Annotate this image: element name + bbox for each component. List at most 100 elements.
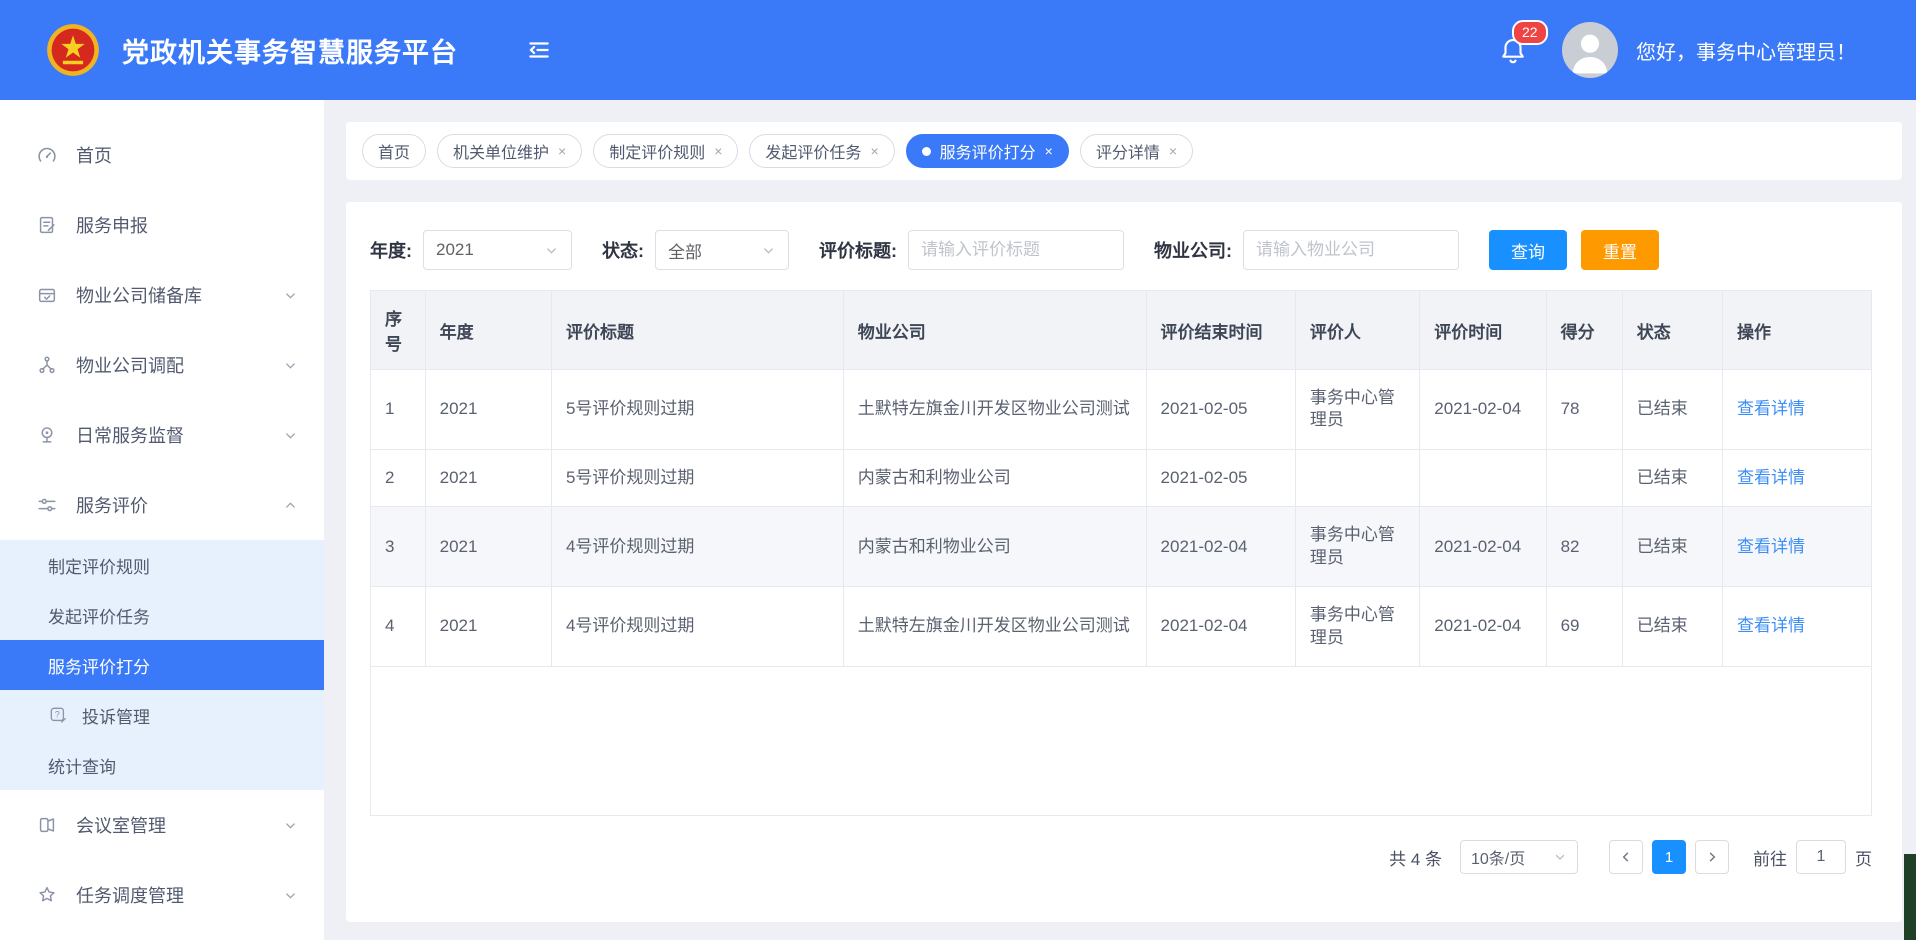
sidebar-item-service-declare[interactable]: 服务申报 bbox=[0, 190, 324, 260]
pagination: 共 4 条 10条/页 1 前往 页 bbox=[1389, 840, 1872, 874]
tab-score-detail[interactable]: 评分详情× bbox=[1080, 134, 1193, 168]
monitor-icon bbox=[36, 424, 58, 446]
goto-label: 前往 bbox=[1753, 845, 1787, 870]
year-select[interactable]: 2021 bbox=[423, 230, 572, 270]
column-header: 年度 bbox=[425, 291, 551, 370]
page-size-select[interactable]: 10条/页 bbox=[1460, 840, 1578, 874]
tab-service-evaluation-score[interactable]: 服务评价打分× bbox=[906, 134, 1069, 168]
table-cell-actions: 查看详情 bbox=[1723, 587, 1871, 667]
scrollbar-thumb[interactable] bbox=[1904, 854, 1916, 940]
table-cell-actions: 查看详情 bbox=[1723, 449, 1871, 506]
status-label: 状态: bbox=[602, 237, 644, 263]
sidebar-item-daily-supervision[interactable]: 日常服务监督 bbox=[0, 400, 324, 470]
filter-bar: 年度: 2021 状态: 全部 评价标题: 物业公司: 查询 重置 bbox=[370, 230, 1659, 270]
column-header: 评价时间 bbox=[1420, 291, 1546, 370]
column-header: 操作 bbox=[1723, 291, 1871, 370]
sidebar-item-task-schedule[interactable]: 任务调度管理 bbox=[0, 860, 324, 930]
table-cell: 已结束 bbox=[1622, 449, 1722, 506]
tab-home[interactable]: 首页 bbox=[362, 134, 426, 168]
table-cell bbox=[1420, 449, 1546, 506]
page-button-1[interactable]: 1 bbox=[1652, 840, 1686, 874]
close-icon[interactable]: × bbox=[1169, 143, 1177, 159]
form-icon bbox=[36, 214, 58, 236]
sidebar-item-label: 服务评价 bbox=[76, 492, 148, 518]
page-size-value: 10条/页 bbox=[1471, 845, 1525, 869]
chevron-down-icon bbox=[1553, 850, 1567, 864]
svg-text:?: ? bbox=[55, 710, 60, 720]
title-filter-input[interactable] bbox=[908, 230, 1124, 270]
goto-page-suffix: 页 bbox=[1855, 845, 1872, 870]
column-header: 序号 bbox=[371, 291, 425, 370]
sidebar-item-complaint-management[interactable]: ? 投诉管理 bbox=[0, 690, 324, 740]
view-detail-link[interactable]: 查看详情 bbox=[1737, 399, 1805, 418]
sidebar-item-label: 物业公司调配 bbox=[76, 352, 184, 378]
table-cell: 事务中心管理员 bbox=[1295, 587, 1419, 667]
close-icon[interactable]: × bbox=[1045, 143, 1053, 159]
table-cell: 2021-02-05 bbox=[1146, 370, 1295, 450]
chevron-down-icon bbox=[283, 428, 298, 443]
sidebar-item-service-evaluation[interactable]: 服务评价 bbox=[0, 470, 324, 540]
sidebar-item-statistics-query[interactable]: 统计查询 bbox=[0, 740, 324, 790]
sidebar-item-label: 会议室管理 bbox=[76, 812, 166, 838]
column-header: 评价标题 bbox=[551, 291, 843, 370]
next-page-button[interactable] bbox=[1695, 840, 1729, 874]
sidebar: 首页服务申报物业公司储备库物业公司调配日常服务监督服务评价制定评价规则发起评价任… bbox=[0, 100, 324, 940]
table-cell: 4 bbox=[371, 587, 425, 667]
table-cell: 2021-02-04 bbox=[1420, 507, 1546, 587]
sidebar-item-label: 服务申报 bbox=[76, 212, 148, 238]
tab-label: 发起评价任务 bbox=[765, 139, 861, 163]
sidebar-item-service-evaluation-score[interactable]: 服务评价打分 bbox=[0, 640, 324, 690]
notification-bell-icon[interactable]: 22 bbox=[1498, 34, 1528, 66]
view-detail-link[interactable]: 查看详情 bbox=[1737, 537, 1805, 556]
collapse-menu-icon[interactable] bbox=[526, 37, 552, 63]
table-cell: 3 bbox=[371, 507, 425, 587]
close-icon[interactable]: × bbox=[870, 143, 878, 159]
table-cell: 4号评价规则过期 bbox=[551, 507, 843, 587]
sidebar-item-property-dispatch[interactable]: 物业公司调配 bbox=[0, 330, 324, 400]
archive-icon bbox=[36, 284, 58, 306]
search-button[interactable]: 查询 bbox=[1489, 230, 1567, 270]
view-detail-link[interactable]: 查看详情 bbox=[1737, 616, 1805, 635]
table-cell: 2021-02-04 bbox=[1146, 507, 1295, 587]
sidebar-subitem-label: 投诉管理 bbox=[82, 703, 150, 728]
company-filter-input[interactable] bbox=[1243, 230, 1459, 270]
chevron-left-icon bbox=[1619, 850, 1633, 864]
close-icon[interactable]: × bbox=[714, 143, 722, 159]
table-cell: 78 bbox=[1546, 370, 1622, 450]
evaluation-table: 序号年度评价标题物业公司评价结束时间评价人评价时间得分状态操作 120215号评… bbox=[371, 291, 1871, 667]
close-icon[interactable]: × bbox=[558, 143, 566, 159]
year-select-value: 2021 bbox=[436, 240, 474, 260]
chevron-down-icon bbox=[283, 288, 298, 303]
table-cell: 2021-02-04 bbox=[1146, 587, 1295, 667]
sidebar-item-meeting-room[interactable]: 会议室管理 bbox=[0, 790, 324, 860]
dispatch-icon bbox=[36, 354, 58, 376]
user-greeting: 您好，事务中心管理员！ bbox=[1636, 36, 1856, 65]
table-cell: 2021-02-04 bbox=[1420, 370, 1546, 450]
sidebar-item-launch-evaluation-task[interactable]: 发起评价任务 bbox=[0, 590, 324, 640]
sidebar-item-home[interactable]: 首页 bbox=[0, 120, 324, 190]
status-select[interactable]: 全部 bbox=[655, 230, 789, 270]
tab-org-unit-maintain[interactable]: 机关单位维护 × bbox=[437, 134, 582, 168]
active-tab-dot bbox=[922, 147, 931, 156]
sidebar-item-set-evaluation-rules[interactable]: 制定评价规则 bbox=[0, 540, 324, 590]
tab-label: 机关单位维护 bbox=[453, 139, 549, 163]
column-header: 评价结束时间 bbox=[1146, 291, 1295, 370]
table-cell: 82 bbox=[1546, 507, 1622, 587]
table-cell: 内蒙古和利物业公司 bbox=[843, 449, 1146, 506]
column-header: 得分 bbox=[1546, 291, 1622, 370]
table-cell-actions: 查看详情 bbox=[1723, 370, 1871, 450]
sidebar-item-property-reserve[interactable]: 物业公司储备库 bbox=[0, 260, 324, 330]
tab-launch-evaluation-task[interactable]: 发起评价任务 × bbox=[749, 134, 894, 168]
goto-page-input[interactable] bbox=[1796, 840, 1846, 874]
sidebar-item-label: 首页 bbox=[76, 142, 112, 168]
table-cell: 土默特左旗金川开发区物业公司测试 bbox=[843, 587, 1146, 667]
sidebar-subitem-label: 发起评价任务 bbox=[48, 603, 150, 628]
notification-badge: 22 bbox=[1512, 20, 1548, 45]
avatar[interactable] bbox=[1562, 22, 1618, 78]
star-icon bbox=[36, 884, 58, 906]
tab-set-evaluation-rules[interactable]: 制定评价规则× bbox=[593, 134, 738, 168]
prev-page-button[interactable] bbox=[1609, 840, 1643, 874]
table-cell: 内蒙古和利物业公司 bbox=[843, 507, 1146, 587]
view-detail-link[interactable]: 查看详情 bbox=[1737, 468, 1805, 487]
reset-button[interactable]: 重置 bbox=[1581, 230, 1659, 270]
